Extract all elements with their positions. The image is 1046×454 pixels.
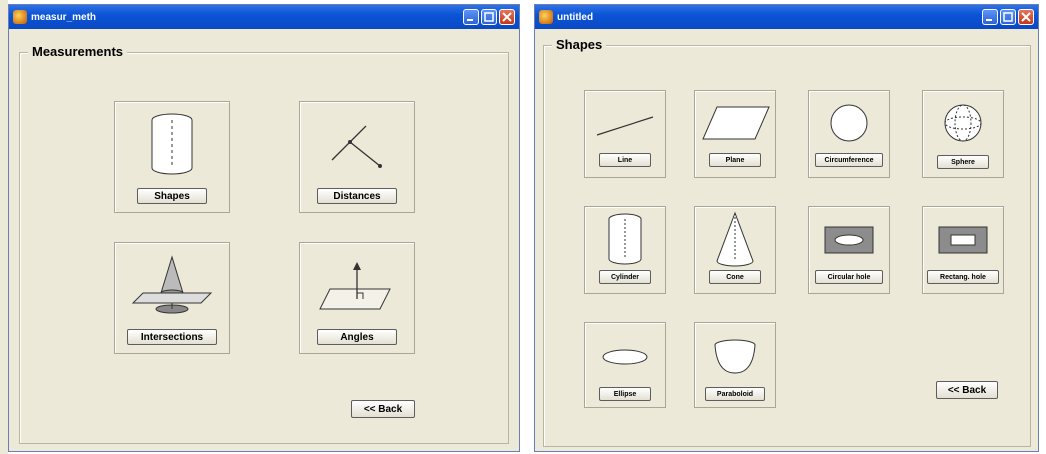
cylinder-button[interactable]: Cylinder xyxy=(599,270,651,284)
circular-hole-button[interactable]: Circular hole xyxy=(815,270,883,284)
title-bar[interactable]: untitled xyxy=(535,5,1038,29)
cone-plane-intersection-icon xyxy=(131,255,213,314)
measurements-window: measur_meth Measurements Shapes Distance… xyxy=(8,4,520,452)
cone-button[interactable]: Cone xyxy=(709,270,761,284)
shapes-button[interactable]: Shapes xyxy=(137,188,207,204)
distance-lines-icon xyxy=(331,125,382,168)
cone-tile[interactable]: Cone xyxy=(694,206,776,294)
plane-button[interactable]: Plane xyxy=(709,153,761,167)
close-icon xyxy=(502,12,512,22)
measurements-panel: Measurements Shapes Distances Intersecti… xyxy=(19,44,509,444)
rectangular-hole-button[interactable]: Rectang. hole xyxy=(927,270,999,284)
panel-title: Shapes xyxy=(552,37,607,52)
matlab-app-icon xyxy=(539,10,553,24)
minimize-icon xyxy=(467,19,473,21)
shapes-tile[interactable]: Shapes xyxy=(114,101,230,213)
cylinder-tile[interactable]: Cylinder xyxy=(584,206,666,294)
paraboloid-button[interactable]: Paraboloid xyxy=(705,387,765,401)
intersections-button[interactable]: Intersections xyxy=(127,329,217,345)
circular-hole-tile[interactable]: Circular hole xyxy=(808,206,890,294)
panel-title: Measurements xyxy=(28,44,128,59)
shapes-window: untitled Shapes Line Plane Circumference… xyxy=(534,4,1039,452)
plane-icon xyxy=(702,106,770,140)
cylinder-icon xyxy=(151,113,193,175)
ellipse-button[interactable]: Ellipse xyxy=(599,387,651,401)
sphere-tile[interactable]: Sphere xyxy=(922,90,1004,178)
minimize-icon xyxy=(986,19,992,21)
close-icon xyxy=(1021,12,1031,22)
background-strip xyxy=(0,0,8,454)
matlab-app-icon xyxy=(13,10,27,24)
intersections-tile[interactable]: Intersections xyxy=(114,242,230,354)
angles-button[interactable]: Angles xyxy=(317,329,397,345)
circumference-button[interactable]: Circumference xyxy=(815,153,883,167)
circle-icon xyxy=(830,104,868,142)
circumference-tile[interactable]: Circumference xyxy=(808,90,890,178)
cylinder-icon xyxy=(608,213,642,265)
window-gap xyxy=(520,0,534,454)
distances-tile[interactable]: Distances xyxy=(299,101,415,213)
maximize-button[interactable] xyxy=(1000,9,1016,25)
maximize-button[interactable] xyxy=(481,9,497,25)
back-button[interactable]: << Back xyxy=(351,400,415,418)
angle-plane-icon xyxy=(319,262,391,310)
plane-tile[interactable]: Plane xyxy=(694,90,776,178)
sphere-icon xyxy=(944,104,982,142)
sphere-button[interactable]: Sphere xyxy=(937,155,989,169)
minimize-button[interactable] xyxy=(982,9,998,25)
window-title: untitled xyxy=(557,11,594,23)
circular-hole-icon xyxy=(824,226,874,254)
paraboloid-icon xyxy=(714,339,756,374)
angles-tile[interactable]: Angles xyxy=(299,242,415,354)
cone-icon xyxy=(716,211,754,267)
minimize-button[interactable] xyxy=(463,9,479,25)
title-bar[interactable]: measur_meth xyxy=(9,5,519,29)
shapes-panel: Shapes Line Plane Circumference Sphere C… xyxy=(543,37,1031,447)
line-icon xyxy=(596,116,654,136)
close-button[interactable] xyxy=(499,9,515,25)
paraboloid-tile[interactable]: Paraboloid xyxy=(694,322,776,408)
line-tile[interactable]: Line xyxy=(584,90,666,178)
maximize-icon xyxy=(484,12,494,22)
line-button[interactable]: Line xyxy=(599,153,651,167)
ellipse-icon xyxy=(602,349,648,365)
rectangular-hole-tile[interactable]: Rectang. hole xyxy=(922,206,1004,294)
rectangular-hole-icon xyxy=(938,226,988,254)
ellipse-tile[interactable]: Ellipse xyxy=(584,322,666,408)
distances-button[interactable]: Distances xyxy=(317,188,397,204)
maximize-icon xyxy=(1003,12,1013,22)
back-button[interactable]: << Back xyxy=(936,381,998,399)
close-button[interactable] xyxy=(1018,9,1034,25)
window-title: measur_meth xyxy=(31,11,97,23)
